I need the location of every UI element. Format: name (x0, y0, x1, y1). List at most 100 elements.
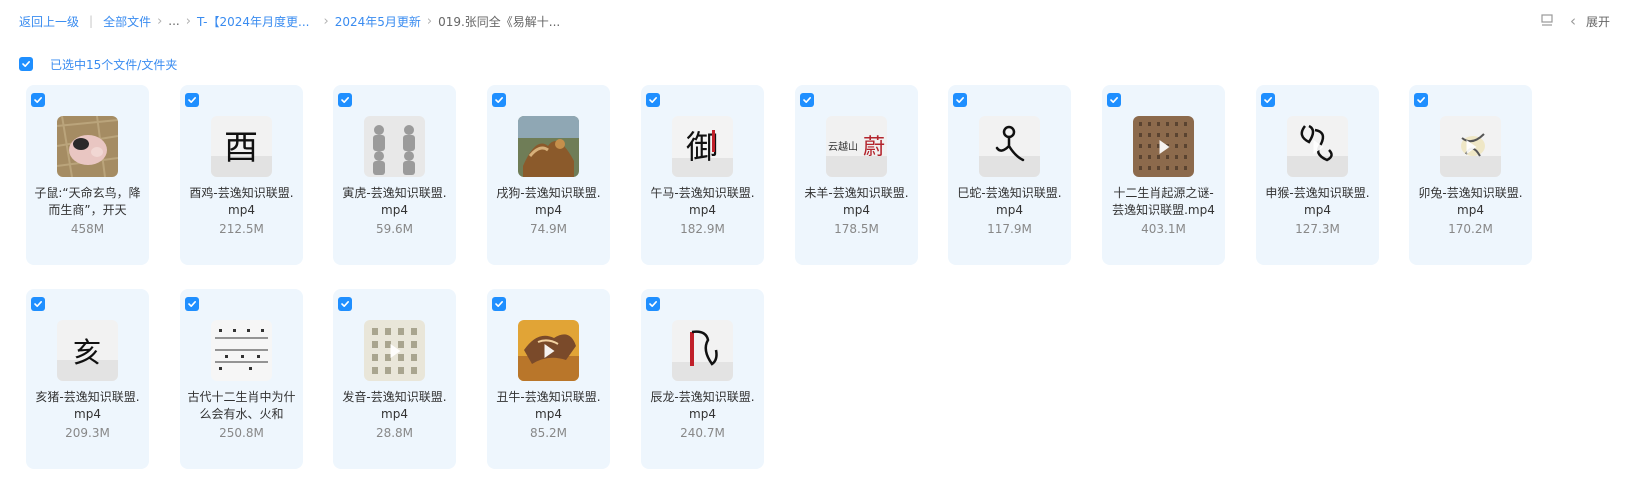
file-card[interactable]: 卯兔-芸逸知识联盟.mp4 170.2M (1409, 85, 1532, 265)
view-controls: ‹ 展开 (1540, 12, 1610, 30)
file-size: 250.8M (219, 426, 264, 440)
file-name: 丑牛-芸逸知识联盟.mp4 (496, 390, 601, 421)
file-thumbnail (1133, 116, 1194, 177)
file-checkbox[interactable] (1261, 93, 1275, 107)
breadcrumb: 返回上一级 | 全部文件 › ... › T-【2024年月度更... › 20… (19, 12, 560, 30)
file-thumbnail (364, 320, 425, 381)
file-size: 458M (70, 222, 105, 236)
breadcrumb-folder-may[interactable]: 2024年5月更新 (335, 13, 421, 30)
file-thumbnail (57, 116, 118, 177)
file-card[interactable]: 十二生肖起源之谜-芸逸知识联盟.mp4 403.1M (1102, 85, 1225, 265)
svg-text:亥: 亥 (73, 336, 101, 369)
file-thumbnail (672, 320, 733, 381)
file-card[interactable]: 酉酉鸡-芸逸知识联盟.mp4 212.5M (180, 85, 303, 265)
file-name: 亥猪-芸逸知识联盟.mp4 (35, 390, 140, 421)
file-size: 117.9M (987, 222, 1032, 236)
file-thumbnail: 云越山蔚 (826, 116, 887, 177)
play-icon (390, 343, 400, 358)
file-thumbnail (518, 320, 579, 381)
chevron-right-icon: › (323, 13, 329, 29)
file-thumbnail (211, 320, 272, 381)
file-checkbox[interactable] (492, 93, 506, 107)
file-thumbnail: 酉 (211, 116, 272, 177)
file-checkbox[interactable] (492, 297, 506, 311)
svg-text:酉: 酉 (224, 128, 258, 168)
chevron-left-icon[interactable]: ‹ (1570, 12, 1576, 30)
file-size: 127.3M (1295, 222, 1340, 236)
file-thumbnail (364, 116, 425, 177)
chevron-right-icon: › (157, 13, 163, 29)
file-size: 28.8M (375, 426, 414, 440)
select-all-row: 已选中15个文件/文件夹 (19, 55, 177, 73)
file-card[interactable]: 辰龙-芸逸知识联盟.mp4 240.7M (641, 289, 764, 469)
file-name: 辰龙-芸逸知识联盟.mp4 (650, 390, 755, 421)
file-size: 74.9M (529, 222, 568, 236)
file-card[interactable]: 云越山蔚未羊-芸逸知识联盟.mp4 178.5M (795, 85, 918, 265)
file-card[interactable]: 御午马-芸逸知识联盟.mp4 182.9M (641, 85, 764, 265)
file-size: 182.9M (680, 222, 725, 236)
play-icon (544, 343, 554, 358)
file-size: 403.1M (1141, 222, 1186, 236)
chevron-right-icon: › (426, 13, 433, 29)
file-card[interactable]: 申猴-芸逸知识联盟.mp4 127.3M (1256, 85, 1379, 265)
file-size: 59.6M (375, 222, 414, 236)
file-card[interactable]: 丑牛-芸逸知识联盟.mp4 85.2M (487, 289, 610, 469)
play-icon (1466, 139, 1476, 154)
file-checkbox[interactable] (338, 93, 352, 107)
file-card[interactable]: 巳蛇-芸逸知识联盟.mp4 117.9M (948, 85, 1071, 265)
file-size: 212.5M (219, 222, 264, 236)
file-thumbnail (979, 116, 1040, 177)
file-card[interactable]: 寅虎-芸逸知识联盟.mp4 59.6M (333, 85, 456, 265)
file-card[interactable]: 古代十二生肖中为什么会有水、火和 250.8M (180, 289, 303, 469)
file-name: 午马-芸逸知识联盟.mp4 (650, 186, 755, 217)
breadcrumb-ellipsis[interactable]: ... (168, 14, 179, 28)
file-name: 未羊-芸逸知识联盟.mp4 (804, 186, 909, 217)
play-icon (1313, 139, 1323, 154)
file-thumbnail: 御 (672, 116, 733, 177)
file-name: 子鼠:“天命玄鸟，降而生商”，开天 (34, 186, 141, 217)
file-checkbox[interactable] (185, 297, 199, 311)
file-name: 发音-芸逸知识联盟.mp4 (342, 390, 447, 421)
file-card[interactable]: 戌狗-芸逸知识联盟.mp4 74.9M (487, 85, 610, 265)
file-checkbox[interactable] (31, 297, 45, 311)
file-name: 古代十二生肖中为什么会有水、火和 (187, 390, 296, 421)
chevron-right-icon: › (185, 13, 191, 29)
file-name: 十二生肖起源之谜-芸逸知识联盟.mp4 (1112, 186, 1215, 217)
expand-button[interactable]: 展开 (1586, 13, 1610, 30)
file-checkbox[interactable] (1414, 93, 1428, 107)
file-checkbox[interactable] (800, 93, 814, 107)
play-icon (1159, 139, 1169, 154)
file-card[interactable]: 发音-芸逸知识联盟.mp4 28.8M (333, 289, 456, 469)
file-checkbox[interactable] (1107, 93, 1121, 107)
file-name: 寅虎-芸逸知识联盟.mp4 (342, 186, 447, 217)
file-size: 178.5M (834, 222, 879, 236)
file-card[interactable]: 亥亥猪-芸逸知识联盟.mp4 209.3M (26, 289, 149, 469)
breadcrumb-current: 019.张同全《易解十... (438, 14, 561, 29)
breadcrumb-folder-monthly[interactable]: T-【2024年月度更... (197, 13, 310, 30)
file-checkbox[interactable] (646, 297, 660, 311)
file-size: 209.3M (65, 426, 110, 440)
file-name: 戌狗-芸逸知识联盟.mp4 (496, 186, 601, 217)
list-view-icon[interactable] (1540, 13, 1554, 30)
breadcrumb-all-files[interactable]: 全部文件 (103, 13, 151, 30)
svg-text:蔚: 蔚 (863, 135, 885, 160)
file-thumbnail (1287, 116, 1348, 177)
file-size: 85.2M (529, 426, 568, 440)
file-thumbnail (518, 116, 579, 177)
file-checkbox[interactable] (338, 297, 352, 311)
back-link[interactable]: 返回上一级 (19, 13, 79, 30)
file-card[interactable]: 子鼠:“天命玄鸟，降而生商”，开天 458M (26, 85, 149, 265)
file-checkbox[interactable] (646, 93, 660, 107)
file-name: 酉鸡-芸逸知识联盟.mp4 (189, 186, 294, 217)
select-all-checkbox[interactable] (19, 57, 33, 71)
file-thumbnail: 亥 (57, 320, 118, 381)
file-name: 申猴-芸逸知识联盟.mp4 (1265, 186, 1370, 217)
svg-text:云越山: 云越山 (828, 140, 858, 153)
separator: | (89, 14, 94, 28)
file-checkbox[interactable] (31, 93, 45, 107)
file-checkbox[interactable] (953, 93, 967, 107)
file-checkbox[interactable] (185, 93, 199, 107)
selection-count: 已选中15个文件/文件夹 (50, 57, 178, 72)
file-name: 卯兔-芸逸知识联盟.mp4 (1418, 186, 1523, 217)
file-size: 170.2M (1448, 222, 1493, 236)
